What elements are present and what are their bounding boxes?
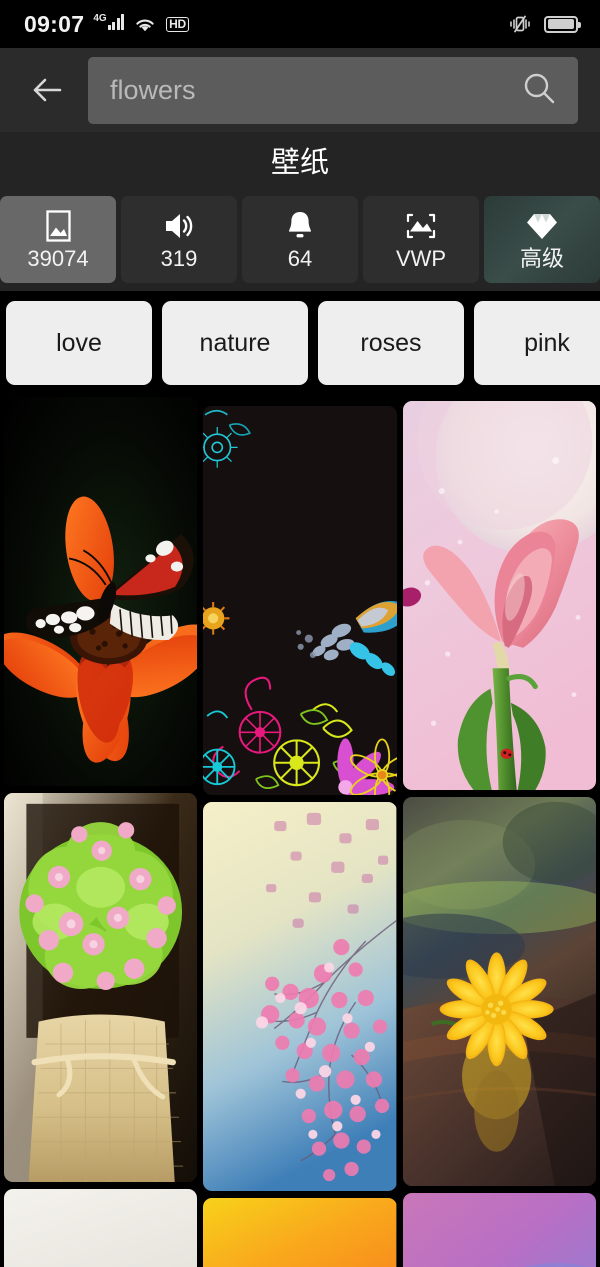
tag-chip-label: nature [199, 328, 271, 357]
tab-vwp[interactable]: VWP [363, 196, 479, 283]
image-portrait-icon [43, 209, 74, 243]
wallpaper-tile-yellow-flower-on-wood[interactable] [402, 797, 596, 1186]
status-clock: 09:07 [24, 10, 85, 37]
wallpaper-tile-orange-yellow-gradient[interactable] [203, 1198, 397, 1267]
diamond-icon [525, 209, 559, 243]
wallpaper-grid-column-right [402, 397, 596, 1267]
tab-premium[interactable]: 高级 [484, 196, 600, 283]
signal-icon: 4G [93, 13, 125, 35]
tag-chip-label: love [56, 328, 102, 357]
tag-chips-row[interactable]: love nature roses pink [0, 291, 600, 397]
wallpaper-search-screen: 09:07 4G HD flowers 壁纸 39074 319 64 VWP … [0, 0, 600, 1267]
search-icon[interactable] [520, 69, 558, 112]
tag-chip-love[interactable]: love [6, 301, 152, 385]
wallpaper-tile-pink-calla-lily-moon[interactable] [402, 401, 596, 790]
page-title: 壁纸 [270, 147, 329, 179]
tag-chip-label: pink [524, 328, 570, 357]
wallpaper-tile-pink-cherry-blossoms[interactable] [203, 802, 397, 1191]
wallpaper-grid [0, 397, 600, 1267]
tab-vwp-label: VWP [395, 245, 447, 271]
tag-chip-nature[interactable]: nature [162, 301, 308, 385]
signal-bars [107, 13, 125, 30]
wallpaper-grid-column-left [4, 397, 198, 1267]
tag-chip-pink[interactable]: pink [474, 301, 600, 385]
header-block: 壁纸 39074 319 64 VWP 高级 [0, 132, 600, 291]
status-bar: 09:07 4G HD [0, 0, 600, 48]
tab-sounds-label: 319 [160, 245, 198, 271]
tab-sounds[interactable]: 319 [121, 196, 237, 283]
search-input[interactable]: flowers [88, 56, 578, 124]
status-bar-left: 09:07 4G HD [24, 11, 189, 38]
wallpaper-grid-column-middle [203, 397, 397, 1267]
wallpaper-tile-pink-flowers-in-burlap-sack[interactable] [4, 793, 198, 1182]
network-type-label: 4G [93, 13, 107, 24]
tab-ringtones[interactable]: 64 [242, 196, 358, 283]
wallpaper-tile-cream-abstract-wallpaper[interactable] [4, 1189, 198, 1267]
wallpaper-tile-butterfly-on-orange-flower[interactable] [4, 397, 198, 786]
wallpaper-tile-purple-pink-gradient[interactable] [402, 1193, 596, 1267]
tab-wallpapers[interactable]: 39074 [0, 196, 116, 283]
status-bar-right [507, 14, 581, 34]
back-button[interactable] [24, 67, 70, 113]
speaker-volume-icon [161, 209, 197, 243]
bell-notification-icon [284, 209, 316, 243]
wallpaper-tile-neon-floral-butterfly-dark[interactable] [203, 406, 397, 795]
tag-chip-roses[interactable]: roses [318, 301, 464, 385]
tab-premium-label: 高级 [519, 245, 564, 271]
vibrate-mute-icon [507, 14, 533, 34]
image-landscape-icon [403, 209, 439, 243]
battery-icon [544, 15, 581, 33]
wifi-icon [133, 14, 157, 34]
search-input-value: flowers [110, 74, 196, 105]
tab-wallpapers-label: 39074 [27, 245, 89, 271]
back-arrow-icon [33, 78, 62, 102]
tab-ringtones-label: 64 [287, 245, 313, 271]
category-tabs: 39074 319 64 VWP 高级 [0, 196, 600, 291]
tag-chip-label: roses [360, 328, 422, 357]
hd-icon: HD [166, 16, 189, 32]
search-bar: flowers [0, 48, 600, 132]
